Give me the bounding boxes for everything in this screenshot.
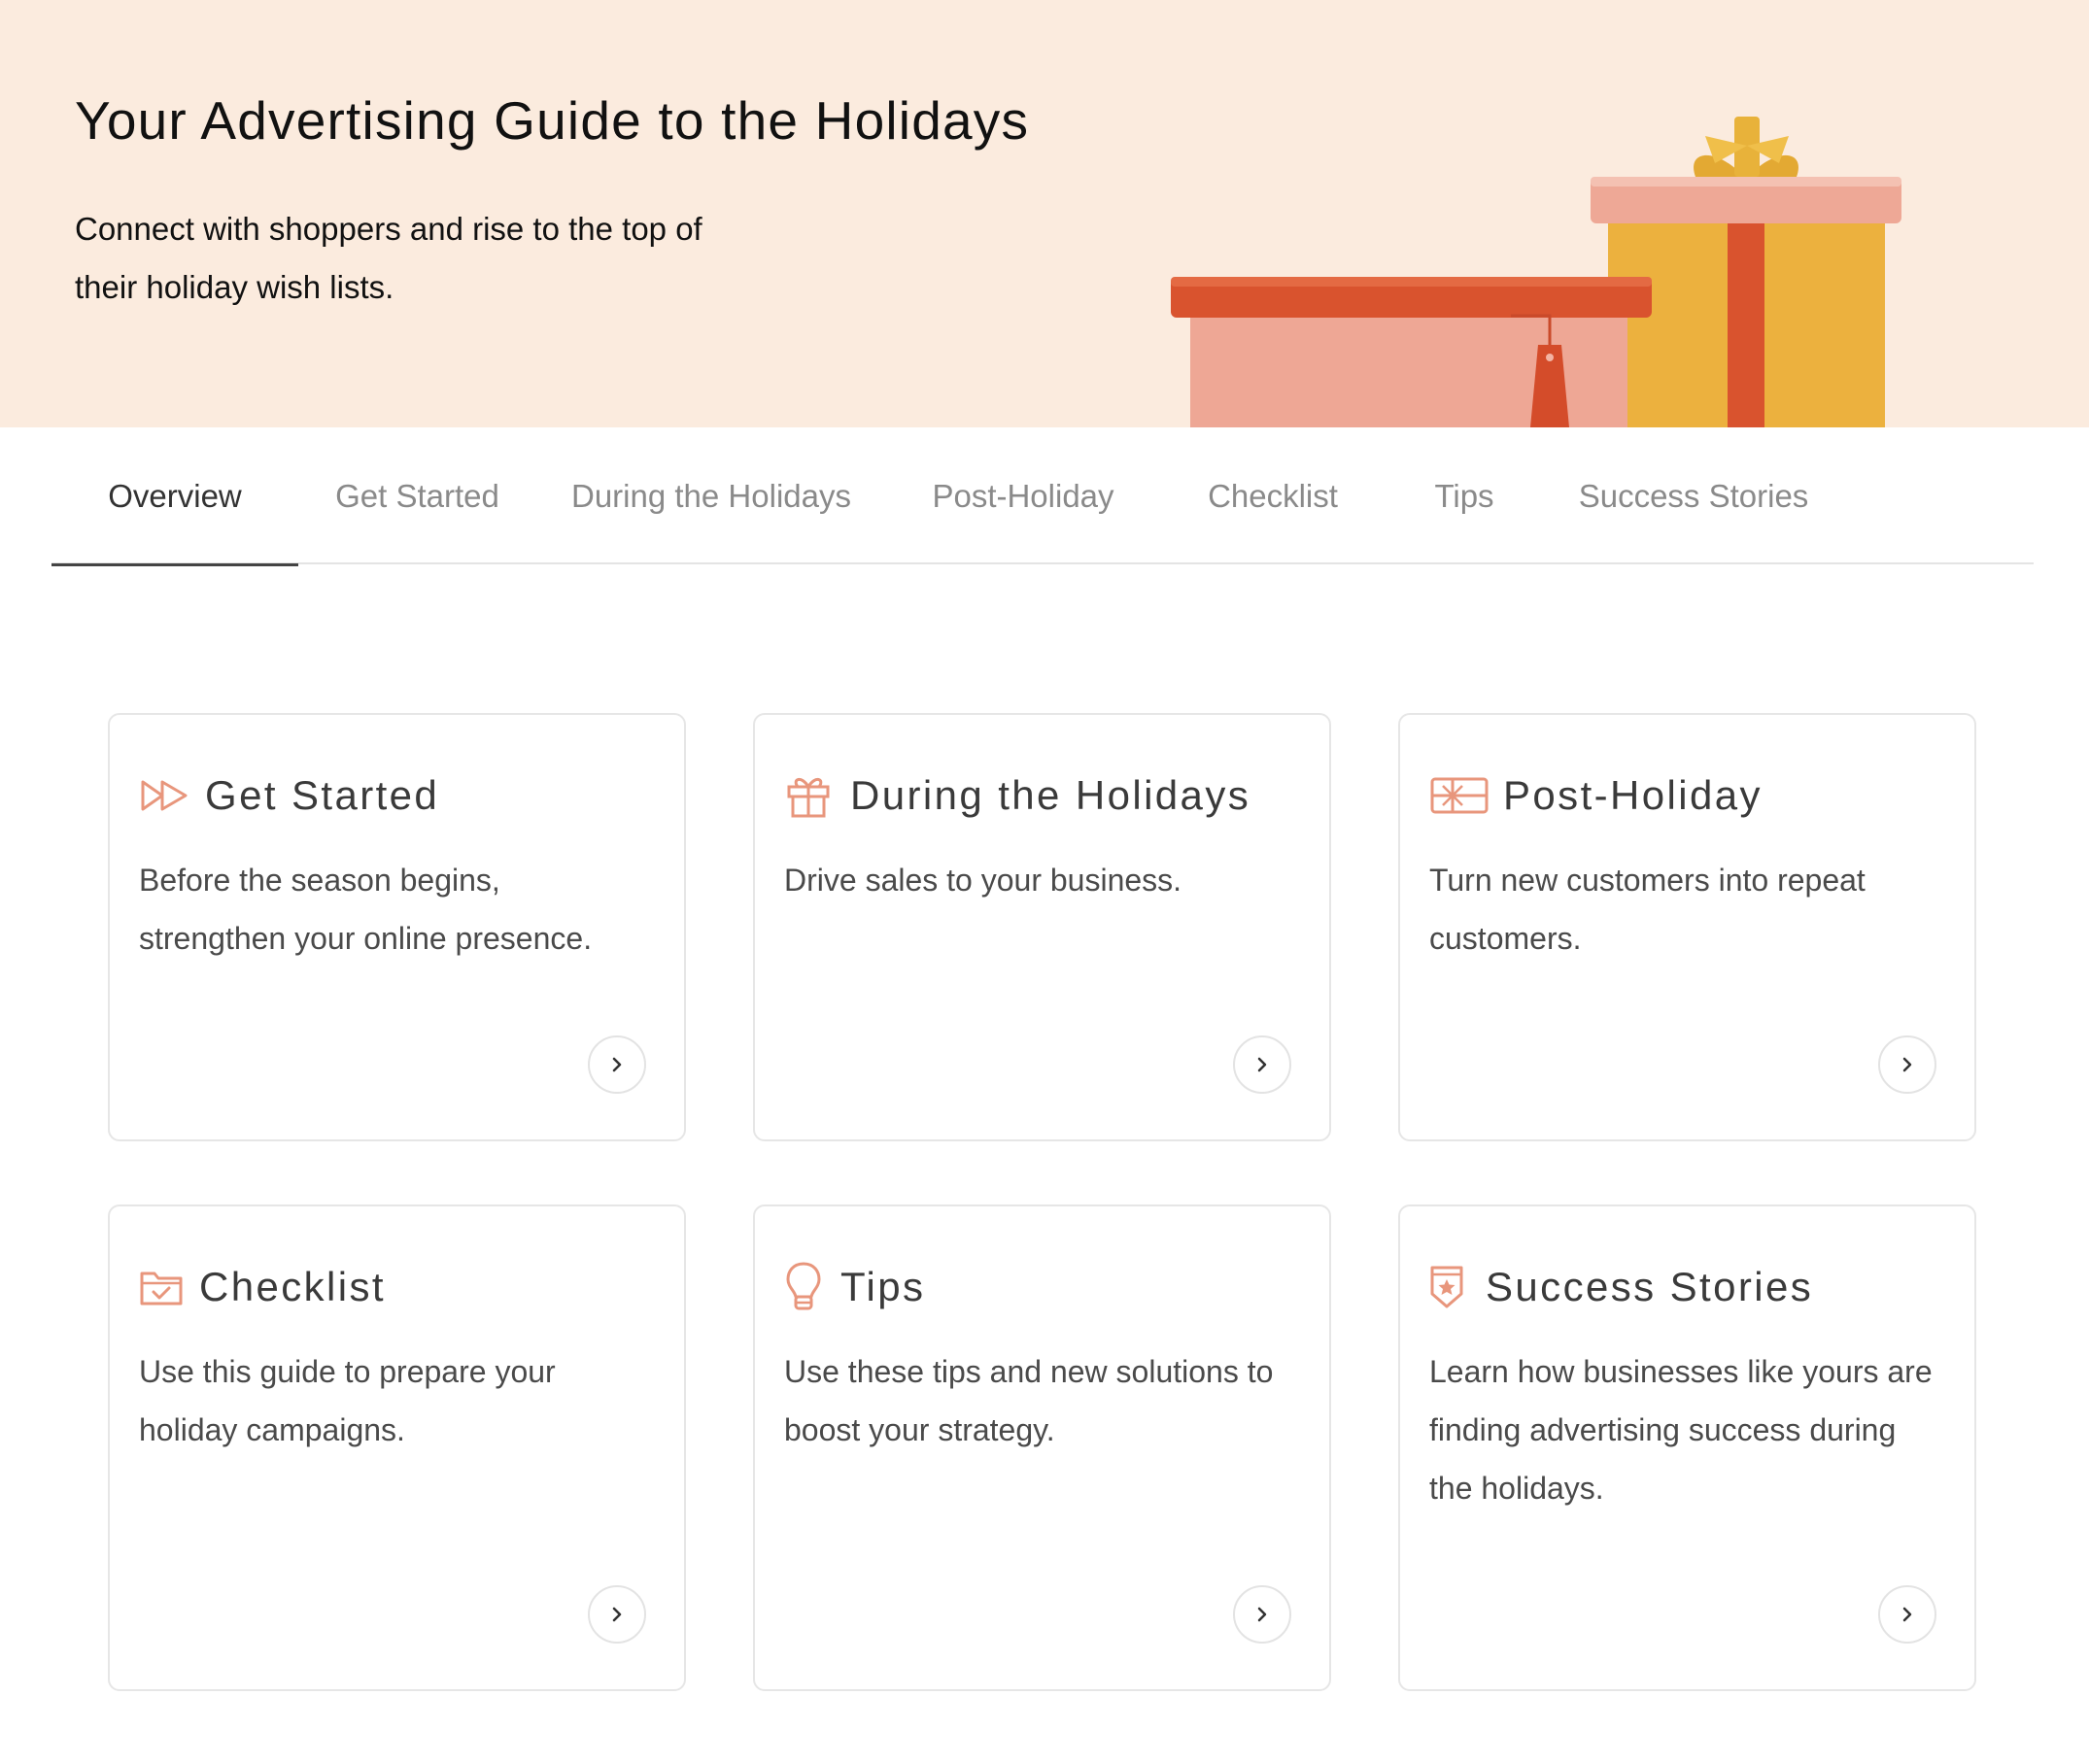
- gift-icon: [784, 771, 837, 820]
- chevron-right-icon: [1257, 1607, 1267, 1622]
- card-description: Use these tips and new solutions to boos…: [784, 1354, 1274, 1447]
- card-checklist[interactable]: Checklist Use this guide to prepare your…: [108, 1204, 686, 1691]
- tab-get-started[interactable]: Get Started: [298, 427, 536, 564]
- tab-post-holiday[interactable]: Post-Holiday: [886, 427, 1160, 564]
- card-header: Post-Holiday: [1429, 771, 1763, 820]
- page-title: Your Advertising Guide to the Holidays: [75, 90, 1030, 151]
- tab-success-stories[interactable]: Success Stories: [1543, 427, 1844, 564]
- card-title: Post-Holiday: [1503, 772, 1763, 818]
- section-tabs: Overview Get Started During the Holidays…: [51, 427, 2034, 566]
- card-title: Checklist: [199, 1264, 386, 1309]
- card-description: Drive sales to your business.: [784, 863, 1182, 898]
- card-header: Success Stories: [1429, 1263, 1813, 1311]
- hero-subtitle: Connect with shoppers and rise to the to…: [75, 211, 702, 305]
- tab-overview[interactable]: Overview: [51, 427, 298, 566]
- gift-card-icon: [1429, 771, 1490, 820]
- tab-during-the-holidays[interactable]: During the Holidays: [536, 427, 886, 564]
- chevron-right-button[interactable]: [588, 1035, 646, 1094]
- chevron-right-icon: [1902, 1607, 1912, 1622]
- chevron-right-button[interactable]: [1233, 1035, 1291, 1094]
- card-post-holiday[interactable]: Post-Holiday Turn new customers into rep…: [1398, 713, 1976, 1141]
- chevron-right-icon: [1257, 1057, 1267, 1072]
- folder-check-icon: [139, 1263, 186, 1311]
- fast-forward-icon: [139, 771, 191, 820]
- card-description: Learn how businesses like yours are find…: [1429, 1354, 1933, 1506]
- card-title: Tips: [840, 1264, 926, 1309]
- card-header: Checklist: [139, 1263, 386, 1311]
- chevron-right-button[interactable]: [588, 1585, 646, 1644]
- hero-banner: Your Advertising Guide to the Holidays C…: [0, 0, 2089, 427]
- card-success-stories[interactable]: Success Stories Learn how businesses lik…: [1398, 1204, 1976, 1691]
- tab-tips[interactable]: Tips: [1386, 427, 1543, 564]
- chevron-right-icon: [612, 1057, 622, 1072]
- tab-checklist[interactable]: Checklist: [1160, 427, 1386, 564]
- card-during-the-holidays[interactable]: During the Holidays Drive sales to your …: [753, 713, 1331, 1141]
- badge-star-icon: [1429, 1263, 1472, 1311]
- card-get-started[interactable]: Get Started Before the season begins, st…: [108, 713, 686, 1141]
- card-description: Before the season begins, strengthen you…: [139, 863, 593, 956]
- card-description: Turn new customers into repeat customers…: [1429, 863, 1866, 956]
- chevron-right-button[interactable]: [1233, 1585, 1291, 1644]
- card-header: Get Started: [139, 771, 439, 820]
- card-title: Get Started: [205, 772, 440, 818]
- lightbulb-icon: [784, 1262, 827, 1311]
- card-tips[interactable]: Tips Use these tips and new solutions to…: [753, 1204, 1331, 1691]
- chevron-right-icon: [612, 1607, 622, 1622]
- card-header: During the Holidays: [784, 771, 1250, 820]
- chevron-right-icon: [1902, 1057, 1912, 1072]
- chevron-right-button[interactable]: [1878, 1585, 1936, 1644]
- card-description: Use this guide to prepare your holiday c…: [139, 1354, 556, 1447]
- chevron-right-button[interactable]: [1878, 1035, 1936, 1094]
- card-header: Tips: [784, 1262, 926, 1311]
- card-title: Success Stories: [1486, 1264, 1814, 1309]
- card-title: During the Holidays: [850, 772, 1251, 818]
- gift-boxes-illustration: [1171, 117, 1901, 427]
